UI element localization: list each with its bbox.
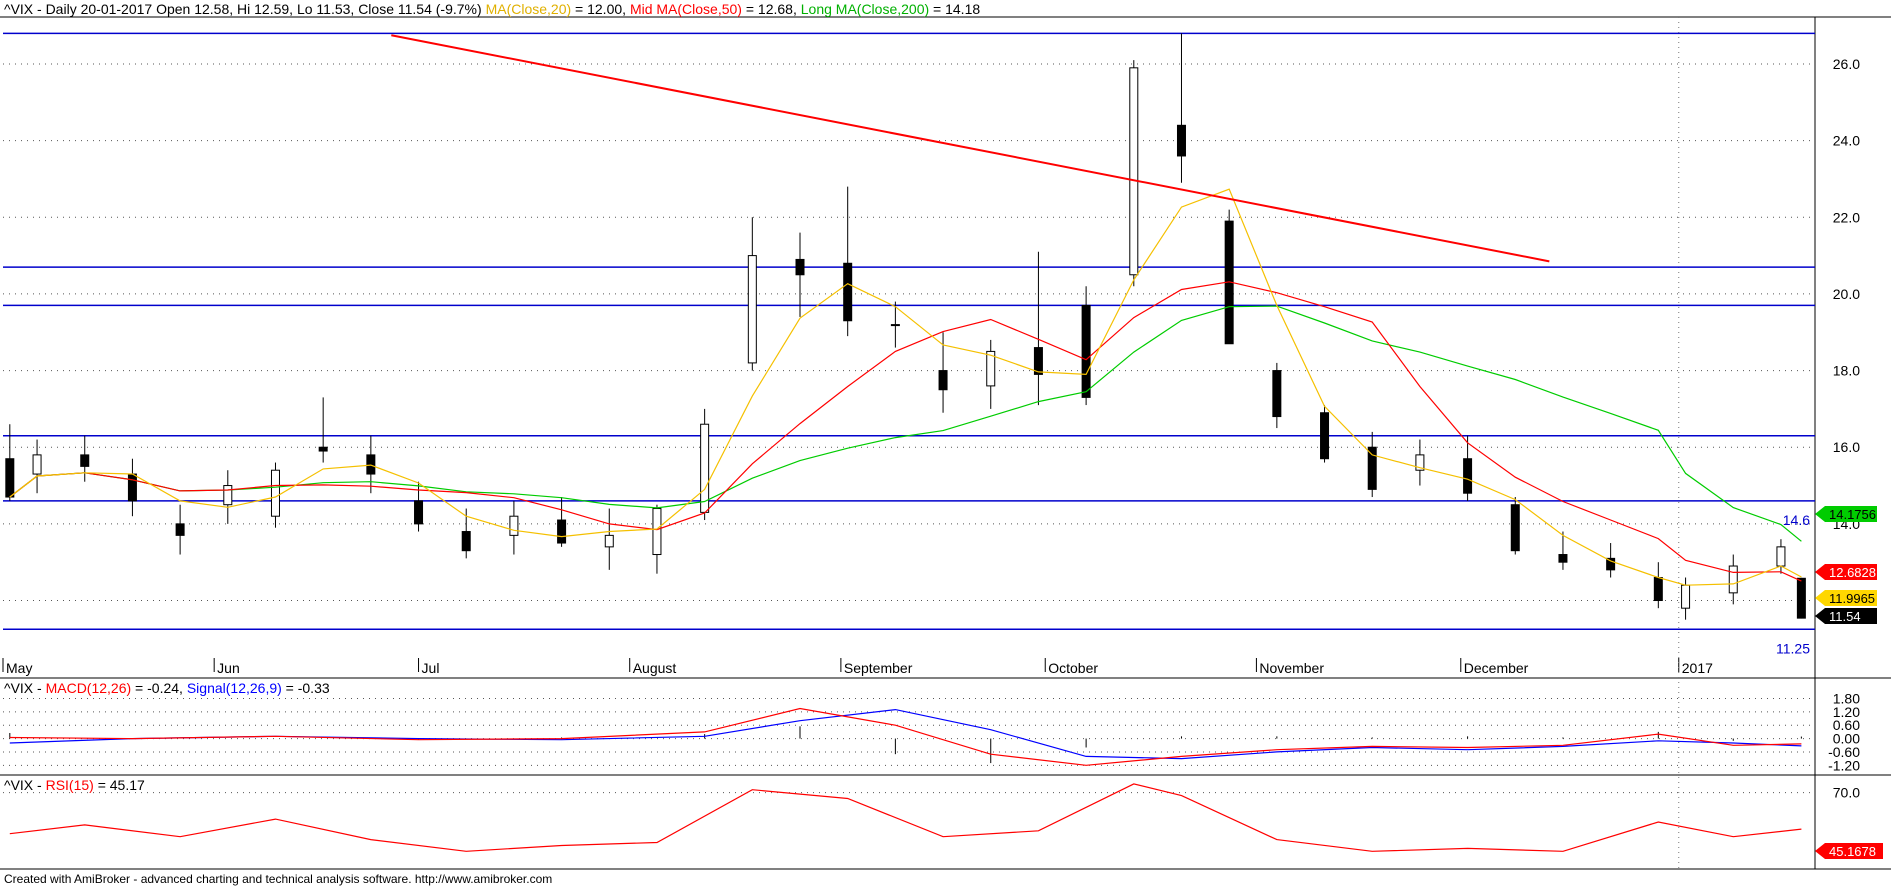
candle-body [652, 508, 662, 556]
candle-body [1176, 124, 1186, 157]
price-y-tick-label: 16.0 [1833, 439, 1860, 455]
candle-body [366, 454, 376, 475]
rsi-pane-header: ^VIX - RSI(15) = 45.17 [4, 777, 145, 793]
footer-credit: Created with AmiBroker - advanced charti… [4, 872, 553, 886]
x-tick-label: 2017 [1682, 660, 1713, 676]
x-tick-label: November [1259, 660, 1324, 676]
price-header-prefix: ^VIX - Daily 20-01-2017 Open 12.58, Hi 1… [4, 1, 486, 17]
rsi-line [9, 783, 1802, 852]
candle-body [604, 534, 614, 548]
candle-body [1558, 554, 1568, 563]
candle-body [1681, 584, 1691, 609]
price-pane-header: ^VIX - Daily 20-01-2017 Open 12.58, Hi 1… [4, 1, 980, 17]
candle-body [747, 255, 757, 364]
candle-body [1776, 546, 1786, 567]
macd-pane-header: ^VIX - MACD(12,26) = -0.24, Signal(12,26… [4, 680, 330, 696]
ma20-legend-label: MA(Close,20) [485, 1, 572, 17]
candle-body [1081, 304, 1091, 398]
candle-body [414, 500, 424, 525]
last-value-tag-label: 11.54 [1829, 609, 1861, 624]
rsi-last-value-label: 45.1678 [1829, 844, 1876, 859]
horizontal-level-label: 11.25 [1776, 640, 1810, 656]
horizontal-level-label: 14.6 [1783, 512, 1810, 528]
candle-body [938, 370, 948, 391]
last-value-tag-label: 14.1756 [1829, 507, 1876, 522]
candle-body [1653, 577, 1663, 602]
candle-body [1272, 370, 1282, 418]
x-tick-label: August [633, 660, 677, 676]
rsi-header-prefix: ^VIX - [4, 777, 46, 793]
ma200-legend-value: = 14.18 [929, 1, 981, 17]
candle-body [461, 531, 471, 552]
macd-y-tick-label: -1.20 [1828, 757, 1860, 773]
rsi-legend-value: = 45.17 [93, 777, 145, 793]
ma50-line [9, 281, 1802, 582]
ma20-line [9, 188, 1802, 586]
candle-body [557, 519, 567, 544]
x-tick-label: May [6, 660, 32, 676]
trendline [391, 34, 1550, 263]
candle-body [223, 485, 233, 506]
candle-body [509, 515, 519, 536]
candle-body [32, 454, 42, 475]
x-tick-label: December [1464, 660, 1529, 676]
price-y-tick-label: 20.0 [1833, 286, 1860, 302]
candle-body [1320, 412, 1330, 460]
candle-body [1510, 504, 1520, 552]
macd-legend-value: = -0.24, [131, 680, 187, 696]
price-y-tick-label: 24.0 [1833, 133, 1860, 149]
macd-header-prefix: ^VIX - [4, 680, 46, 696]
last-value-tag-label: 11.9965 [1829, 591, 1875, 606]
ma50-legend-label: Mid MA(Close,50) [629, 1, 742, 17]
candle-body [318, 446, 328, 452]
candle-body [127, 473, 137, 502]
macd-line [9, 707, 1802, 766]
price-y-tick-label: 18.0 [1833, 363, 1860, 379]
ma20-legend-value: = 12.00, [571, 1, 630, 17]
candle-body [5, 458, 15, 498]
ma200-legend-label: Long MA(Close,200) [800, 1, 930, 17]
signal-line [9, 708, 1802, 760]
vix-chart: 26.024.022.020.018.016.014.012.0MayJunJu… [0, 16, 1891, 870]
price-y-tick-label: 22.0 [1833, 209, 1860, 225]
candle-body [1129, 67, 1139, 276]
price-y-tick-label: 26.0 [1833, 56, 1860, 72]
rsi-legend-label: RSI(15) [45, 777, 94, 793]
last-value-tag-label: 12.6828 [1829, 565, 1876, 580]
candle-body [1728, 565, 1738, 594]
candle-body [1463, 458, 1473, 494]
candle-body [80, 454, 90, 467]
signal-legend-value: = -0.33 [281, 680, 330, 696]
x-tick-label: Jul [422, 660, 440, 676]
candle-body [700, 423, 710, 513]
candle-body [1796, 577, 1806, 619]
macd-legend-label: MACD(12,26) [45, 680, 132, 696]
candle-body [270, 469, 280, 517]
candle-body [1367, 446, 1377, 490]
signal-legend-label: Signal(12,26,9) [186, 680, 282, 696]
rsi-y-tick-label: 70.0 [1833, 785, 1860, 801]
candle-body [795, 258, 805, 276]
ma50-legend-value: = 12.68, [741, 1, 801, 17]
x-tick-label: Jun [217, 660, 240, 676]
x-tick-label: September [844, 660, 913, 676]
candle-body [890, 324, 900, 327]
candle-body [175, 523, 185, 536]
candle-body [843, 262, 853, 322]
x-tick-label: October [1048, 660, 1098, 676]
